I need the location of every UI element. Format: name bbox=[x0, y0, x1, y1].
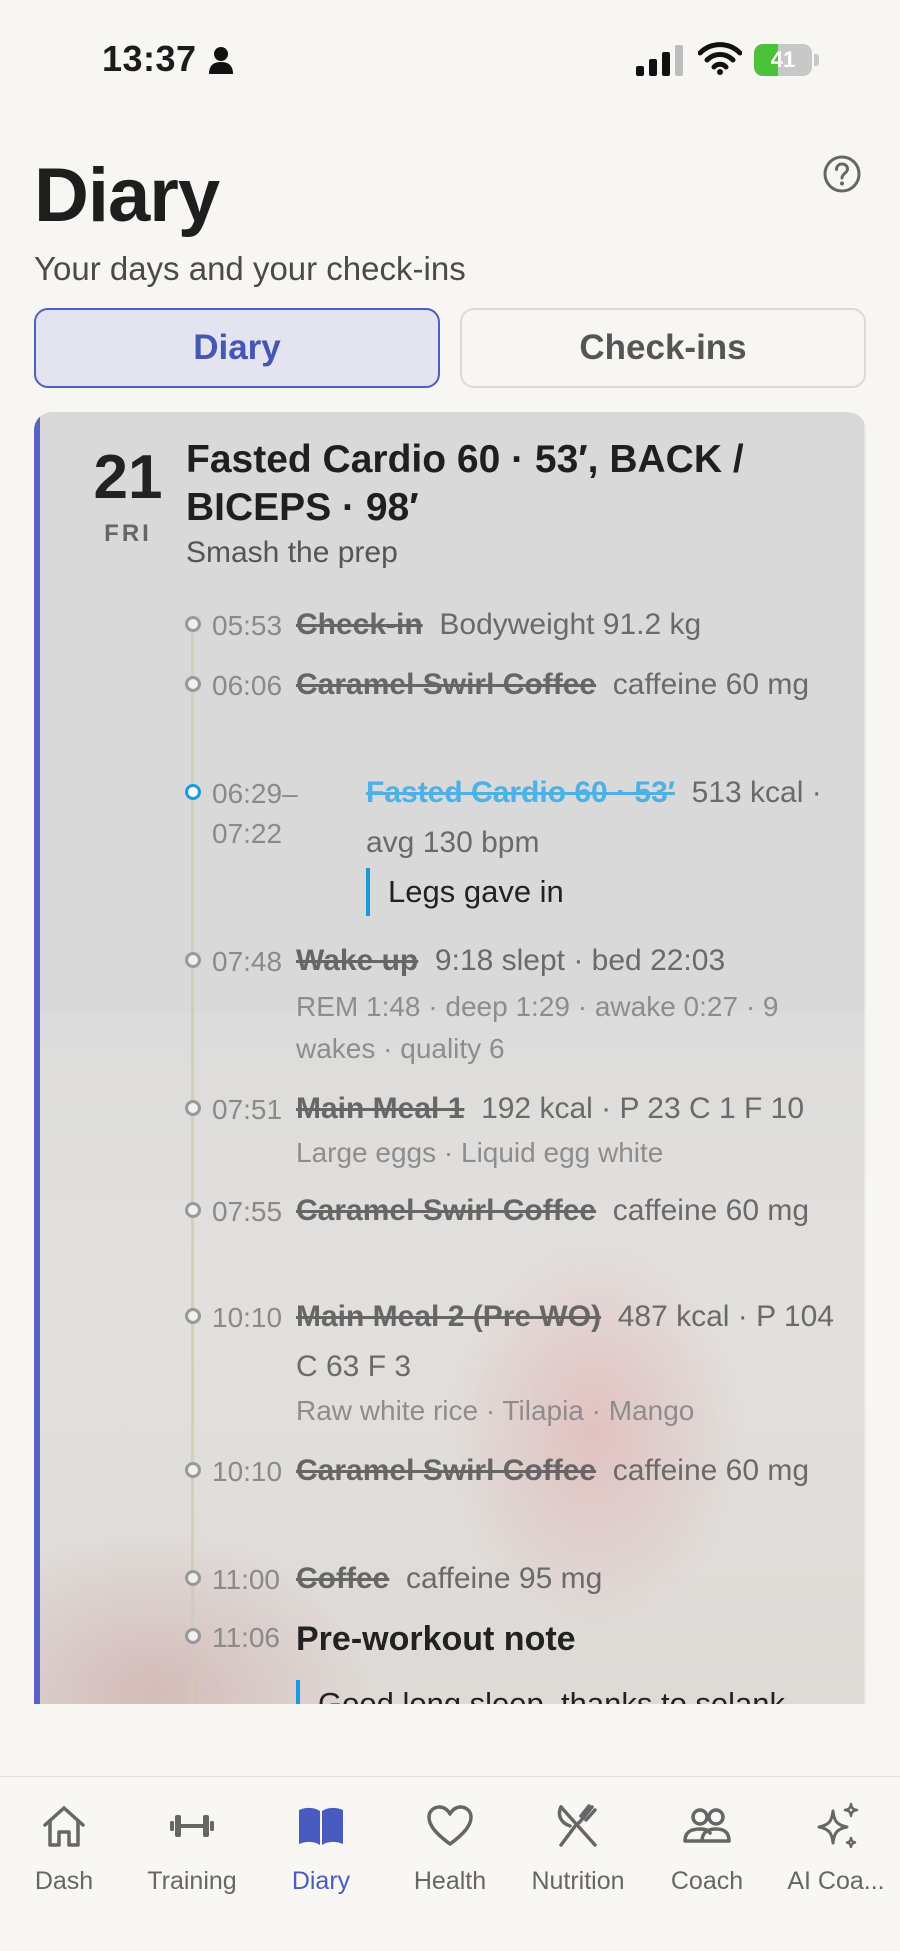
tabbar-label: Nutrition bbox=[531, 1867, 625, 1895]
entry-time: 06:06 bbox=[212, 670, 283, 701]
day-card[interactable]: 21 FRI Fasted Cardio 60 · 53′, BACK / BI… bbox=[34, 412, 866, 1704]
timeline-line bbox=[191, 620, 194, 1704]
entry-title: Pre-workout note bbox=[296, 1620, 576, 1658]
day-title: Fasted Cardio 60 · 53′, BACK / BICEPS · … bbox=[186, 438, 744, 529]
tabbar-item-ai-coach[interactable]: AI Coa... bbox=[772, 1777, 900, 1897]
tabbar-label: AI Coa... bbox=[787, 1867, 885, 1895]
tabbar-item-health[interactable]: Health bbox=[386, 1777, 514, 1897]
entry-title: Fasted Cardio 60 · 53′ bbox=[366, 776, 675, 809]
entry-title: Wake up bbox=[296, 944, 419, 977]
entry-time: 10:10 bbox=[212, 1302, 283, 1333]
entry-time: 11:06 bbox=[212, 1622, 280, 1653]
entry-time: 07:51 bbox=[212, 1094, 283, 1125]
entry-title: Caramel Swirl Coffee bbox=[296, 668, 597, 701]
status-time: 13:37 bbox=[102, 38, 197, 79]
heart-icon bbox=[427, 1805, 473, 1846]
tabbar-label: Health bbox=[413, 1867, 487, 1895]
battery-indicator: 41 bbox=[754, 44, 820, 76]
tabbar-item-diary[interactable]: Diary bbox=[257, 1777, 385, 1897]
entry-detail: caffeine 60 mg bbox=[612, 668, 810, 701]
tab-check-ins[interactable]: Check-ins bbox=[460, 308, 866, 388]
utensils-icon bbox=[557, 1804, 597, 1847]
entry-subline: Large eggs · Liquid egg white bbox=[296, 1137, 664, 1168]
entry-title: Main Meal 2 (Pre WO) bbox=[296, 1300, 602, 1333]
signal-icon bbox=[636, 45, 683, 76]
tabbar-label: Dash bbox=[34, 1867, 94, 1895]
entry-time: 06:29–07:22 bbox=[212, 778, 298, 849]
entry-note: Good long sleep, thanks to selank bbox=[296, 1680, 785, 1704]
tabbar-item-coach[interactable]: Coach bbox=[643, 1777, 771, 1897]
entry-note: Legs gave in bbox=[366, 868, 564, 916]
entry-time: 07:55 bbox=[212, 1196, 283, 1227]
entry-title: Caramel Swirl Coffee bbox=[296, 1194, 597, 1227]
day-subtitle: Smash the prep bbox=[186, 536, 398, 569]
dumbbell-icon bbox=[170, 1815, 214, 1837]
entry-time: 05:53 bbox=[212, 610, 283, 641]
house-icon bbox=[43, 1806, 85, 1847]
entry-time: 07:48 bbox=[212, 946, 283, 977]
entry-detail: caffeine 60 mg bbox=[612, 1194, 810, 1227]
entry-detail: caffeine 95 mg bbox=[406, 1562, 603, 1595]
entry-detail: 192 kcal · P 23 C 1 F 10 bbox=[481, 1092, 805, 1125]
wifi-icon bbox=[698, 42, 742, 75]
tabbar-item-training[interactable]: Training bbox=[128, 1777, 256, 1897]
help-icon[interactable] bbox=[822, 154, 862, 194]
day-number: 21 bbox=[93, 443, 163, 512]
person-icon bbox=[209, 47, 233, 74]
tab-diary[interactable]: Diary bbox=[34, 308, 440, 388]
entry-title: Coffee bbox=[296, 1562, 390, 1595]
sparkles-icon bbox=[817, 1802, 859, 1849]
entry-title: Caramel Swirl Coffee bbox=[296, 1454, 597, 1487]
entry-detail: Bodyweight 91.2 kg bbox=[439, 608, 702, 641]
tabbar-label: Diary bbox=[291, 1867, 351, 1895]
entry-title: Check-in bbox=[296, 608, 423, 641]
entry-time: 10:10 bbox=[212, 1456, 283, 1487]
entry-detail: caffeine 60 mg bbox=[612, 1454, 810, 1487]
people-icon bbox=[683, 1808, 731, 1843]
page-subtitle: Your days and your check-ins bbox=[34, 250, 466, 287]
entry-subline: REM 1:48 · deep 1:29 · awake 0:27 · 9 wa… bbox=[296, 991, 779, 1064]
entry-subline: Raw white rice · Tilapia · Mango bbox=[296, 1395, 695, 1426]
card-accent-bar bbox=[34, 412, 40, 1704]
tabbar-label: Training bbox=[147, 1867, 237, 1895]
tabbar-label: Coach bbox=[670, 1867, 744, 1895]
page-title: Diary bbox=[34, 153, 220, 238]
tabbar-item-dash[interactable]: Dash bbox=[0, 1777, 128, 1897]
book-icon bbox=[299, 1807, 343, 1845]
day-weekday: FRI bbox=[104, 520, 152, 547]
battery-percent: 41 bbox=[770, 47, 796, 72]
entry-title: Main Meal 1 bbox=[296, 1092, 465, 1125]
entry-detail: 9:18 slept · bed 22:03 bbox=[434, 944, 726, 977]
entry-time: 11:00 bbox=[212, 1564, 280, 1595]
tabbar-item-nutrition[interactable]: Nutrition bbox=[514, 1777, 642, 1897]
bottom-tab-bar: Dash Training Diary Health Nutrition Coa… bbox=[0, 1776, 900, 1951]
